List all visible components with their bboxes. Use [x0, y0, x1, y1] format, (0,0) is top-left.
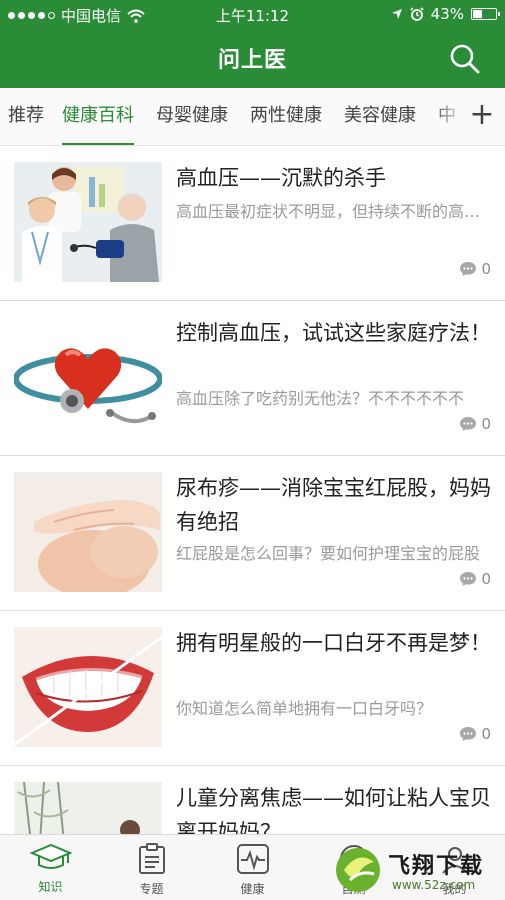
article-thumbnail: [14, 782, 162, 834]
watermark-url: www.52z.com: [392, 878, 476, 892]
tab-label: 专题: [139, 882, 164, 896]
tab-label: 健康: [240, 882, 265, 896]
article-thumbnail: [14, 472, 162, 592]
article-title: 儿童分离焦虑——如何让粘人宝贝离开妈妈？: [176, 786, 491, 834]
comment-icon: [460, 727, 477, 741]
article-summary: 高血压最初症状不明显，但持续不断的高血压: [176, 202, 491, 221]
tab-recommend[interactable]: 推荐: [8, 88, 44, 145]
article-card[interactable]: 儿童分离焦虑——如何让粘人宝贝离开妈妈？: [0, 766, 505, 834]
clipboard-icon: [138, 843, 165, 874]
tab-sexual-health[interactable]: 两性健康: [250, 88, 322, 145]
article-card[interactable]: 控制高血压，试试这些家庭疗法！ 高血压除了吃药别无他法？不不不不不不 0: [0, 301, 505, 456]
article-title: 拥有明星般的一口白牙不再是梦！: [176, 631, 491, 655]
child-outdoors-image: [14, 782, 162, 834]
article-thumbnail: [14, 627, 162, 747]
article-summary: 红屁股是怎么回事？要如何护理宝宝的屁股: [176, 544, 481, 563]
baby-skin-image: [14, 472, 162, 592]
site-watermark: 飞翔下载 www.52z.com: [330, 838, 500, 898]
comment-count[interactable]: 0: [459, 260, 491, 278]
tab-health[interactable]: 健康: [202, 835, 303, 900]
add-category-button[interactable]: +: [459, 88, 505, 145]
tab-label: 知识: [38, 880, 63, 894]
battery-icon: [471, 8, 500, 20]
doctor-blood-pressure-image: [14, 162, 162, 282]
heartbeat-icon: [236, 844, 269, 874]
tab-knowledge[interactable]: 知识: [0, 835, 101, 900]
article-thumbnail: [14, 162, 162, 282]
comment-count-value: 0: [481, 415, 491, 433]
comment-count[interactable]: 0: [459, 415, 491, 433]
article-title: 控制高血压，试试这些家庭疗法！: [176, 321, 491, 345]
comment-count-value: 0: [481, 260, 491, 278]
app-header: 问上医: [0, 30, 505, 88]
comment-icon: [460, 572, 477, 586]
white-teeth-image: [14, 627, 162, 747]
article-thumbnail: [14, 317, 162, 437]
location-arrow-icon: [391, 9, 402, 19]
comment-count-value: 0: [481, 570, 491, 588]
tab-health-encyclopedia[interactable]: 健康百科: [62, 88, 134, 145]
comment-icon: [460, 417, 477, 431]
article-list: 高血压——沉默的杀手 高血压最初症状不明显，但持续不断的高血压 0 控制高血压，…: [0, 146, 505, 834]
app-title: 问上医: [217, 48, 287, 73]
status-right: 43%: [391, 5, 500, 23]
search-icon[interactable]: [447, 41, 483, 77]
watermark-title: 飞翔下载: [388, 854, 485, 879]
heart-stethoscope-image: [14, 317, 162, 437]
comment-count[interactable]: 0: [459, 570, 491, 588]
category-tabs: 推荐 健康百科 母婴健康 两性健康 美容健康 中 +: [0, 88, 505, 146]
comment-count-value: 0: [481, 725, 491, 743]
comment-icon: [460, 262, 477, 276]
tab-topics[interactable]: 专题: [101, 835, 202, 900]
article-card[interactable]: 尿布疹——消除宝宝红屁股，妈妈有绝招 红屁股是怎么回事？要如何护理宝宝的屁股 0: [0, 456, 505, 611]
article-title: 高血压——沉默的杀手: [176, 166, 386, 190]
status-bar: 中国电信 上午11:12 43%: [0, 0, 505, 30]
battery-percent: 43%: [430, 5, 464, 23]
article-card[interactable]: 拥有明星般的一口白牙不再是梦！ 你知道怎么简单地拥有一口白牙吗？ 0: [0, 611, 505, 766]
article-title: 尿布疹——消除宝宝红屁股，妈妈有绝招: [176, 476, 491, 534]
tab-maternal-infant[interactable]: 母婴健康: [156, 88, 228, 145]
article-summary: 你知道怎么简单地拥有一口白牙吗？: [176, 699, 433, 718]
watermark-logo-icon: [336, 848, 380, 892]
comment-count[interactable]: 0: [459, 725, 491, 743]
article-summary: 高血压除了吃药别无他法？不不不不不不: [176, 389, 465, 408]
alarm-icon: [410, 7, 424, 21]
tab-beauty-health[interactable]: 美容健康: [344, 88, 416, 145]
graduation-cap-icon: [28, 843, 73, 869]
article-card[interactable]: 高血压——沉默的杀手 高血压最初症状不明显，但持续不断的高血压 0: [0, 146, 505, 301]
